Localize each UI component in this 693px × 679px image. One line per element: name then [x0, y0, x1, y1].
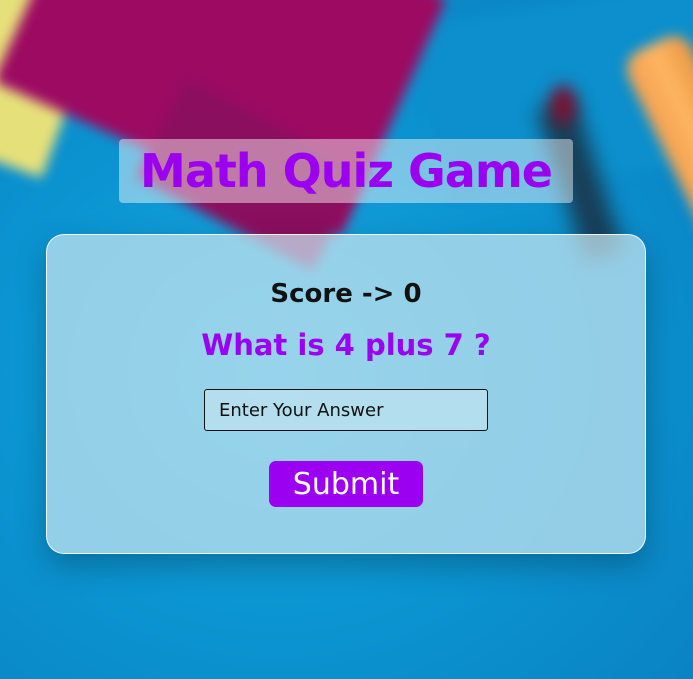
score-display: Score -> 0	[270, 279, 422, 309]
title-banner: Math Quiz Game	[119, 139, 573, 203]
bg-shape-pencil-tip	[550, 85, 576, 125]
page-title: Math Quiz Game	[140, 144, 553, 198]
quiz-card: Score -> 0 What is 4 plus 7 ? Submit	[46, 234, 646, 554]
submit-button[interactable]: Submit	[269, 461, 423, 507]
answer-input[interactable]	[204, 389, 488, 431]
question-text: What is 4 plus 7 ?	[201, 328, 491, 362]
